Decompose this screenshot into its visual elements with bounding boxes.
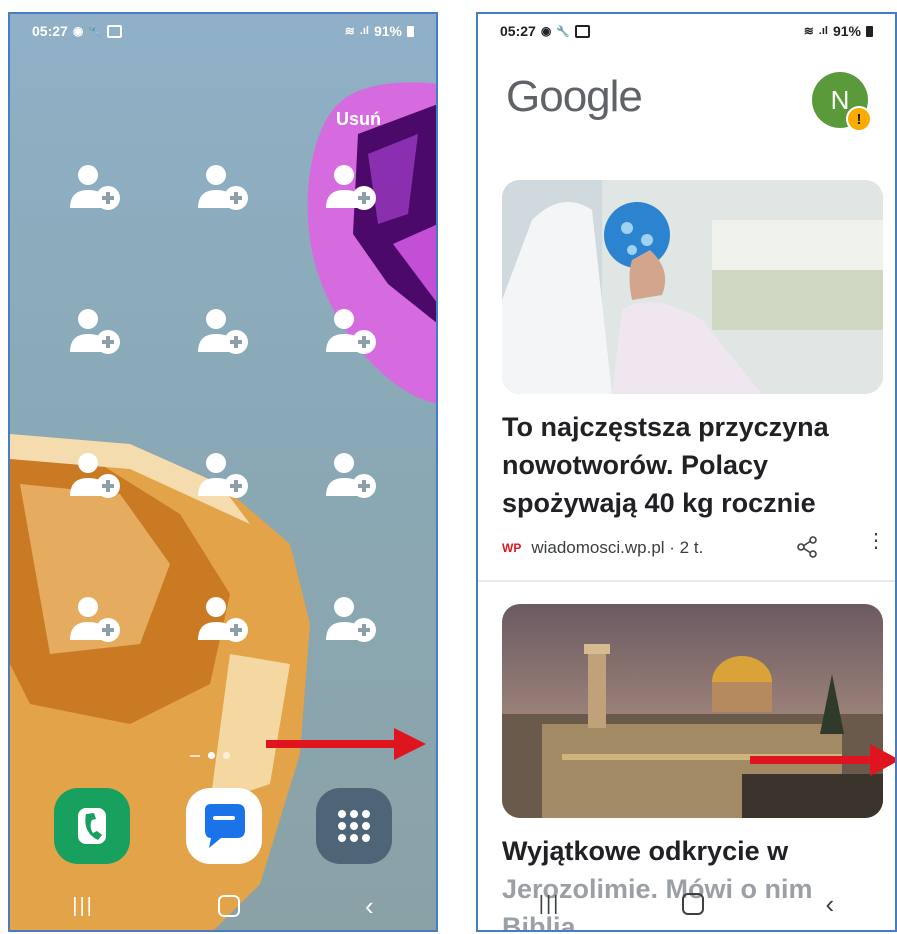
home-button[interactable] — [681, 893, 704, 915]
back-button[interactable]: ‹ — [826, 889, 835, 920]
share-icon[interactable] — [796, 536, 818, 563]
add-contact-widget-icon[interactable] — [198, 308, 250, 354]
article-source: wiadomosci.wp.pl · 2 t. — [531, 538, 704, 557]
google-discover-panel: 05:27 ◉ 🔧 ≋ .ıl 91% Google N ! To najczę… — [476, 12, 897, 932]
signal-icon: .ıl — [818, 25, 828, 37]
add-contact-widget-icon[interactable] — [70, 164, 122, 210]
page-dot-active — [208, 752, 215, 759]
article-image[interactable] — [502, 180, 883, 394]
headline-line: nowotworów. Polacy — [502, 450, 769, 480]
headline-line: spożywają 40 kg rocznie — [502, 488, 816, 518]
clock: 05:27 — [500, 23, 536, 39]
add-contact-widget-icon[interactable] — [198, 452, 250, 498]
add-contact-widget-icon[interactable] — [326, 308, 378, 354]
battery-icon — [407, 25, 414, 37]
target-icon: ◉ — [72, 24, 84, 38]
wifi-icon: ≋ — [344, 24, 355, 38]
add-contact-widget-icon[interactable] — [198, 164, 250, 210]
add-contact-widget-icon[interactable] — [198, 596, 250, 642]
warning-badge-icon: ! — [846, 106, 872, 132]
phone-app-icon[interactable] — [54, 788, 130, 864]
divider — [478, 580, 895, 582]
article-headline[interactable]: To najczęstsza przyczyna nowotworów. Pol… — [502, 408, 882, 522]
headline-line: Wyjątkowe odkrycie w — [502, 836, 789, 866]
battery-level: 91% — [832, 23, 861, 39]
messages-app-icon[interactable] — [186, 788, 262, 864]
add-contact-widget-icon[interactable] — [326, 452, 378, 498]
add-contact-widget-icon[interactable] — [70, 308, 122, 354]
wp-logo-icon: WP — [502, 541, 522, 555]
nav-bar: ||| ‹ — [478, 884, 895, 924]
home-button[interactable] — [218, 895, 241, 917]
red-arrow-annotation — [750, 744, 895, 776]
article-meta: WP wiadomosci.wp.pl · 2 t. — [502, 538, 703, 558]
signal-icon: .ıl — [359, 25, 369, 37]
red-arrow-annotation — [266, 728, 426, 760]
image-icon — [575, 24, 590, 38]
add-contact-widget-icon[interactable] — [326, 164, 378, 210]
wrench-icon: 🔧 — [556, 25, 570, 38]
battery-level: 91% — [373, 23, 402, 39]
avatar-letter: N — [830, 84, 850, 115]
page-dot — [223, 752, 230, 759]
page-dot — [190, 754, 200, 757]
image-icon — [107, 24, 122, 38]
clock: 05:27 — [32, 23, 68, 39]
home-screen-panel: 05:27 ◉ 🔧 ≋ .ıl 91% Usuń ||| ‹ — [8, 12, 438, 932]
status-bar: 05:27 ◉ 🔧 ≋ .ıl 91% — [478, 14, 895, 48]
back-button[interactable]: ‹ — [365, 891, 374, 922]
headline-line: To najczęstsza przyczyna — [502, 412, 829, 442]
add-contact-widget-icon[interactable] — [326, 596, 378, 642]
more-options-icon[interactable]: ⋮ — [866, 531, 886, 551]
apps-drawer-icon[interactable] — [316, 788, 392, 864]
wifi-icon: ≋ — [803, 24, 814, 38]
account-avatar[interactable]: N ! — [812, 72, 872, 132]
nav-bar: ||| ‹ — [10, 886, 436, 926]
target-icon: ◉ — [540, 24, 552, 38]
article-image[interactable] — [502, 604, 883, 818]
page-indicator[interactable] — [190, 752, 230, 759]
add-contact-widget-icon[interactable] — [70, 452, 122, 498]
status-bar: 05:27 ◉ 🔧 ≋ .ıl 91% — [10, 14, 436, 48]
google-logo: Google — [506, 72, 643, 121]
recents-button[interactable]: ||| — [72, 895, 94, 918]
add-contact-widget-icon[interactable] — [70, 596, 122, 642]
wrench-icon: 🔧 — [88, 25, 102, 38]
battery-icon — [866, 25, 873, 37]
recents-button[interactable]: ||| — [539, 893, 561, 916]
remove-drop-target[interactable]: Usuń — [336, 109, 381, 130]
